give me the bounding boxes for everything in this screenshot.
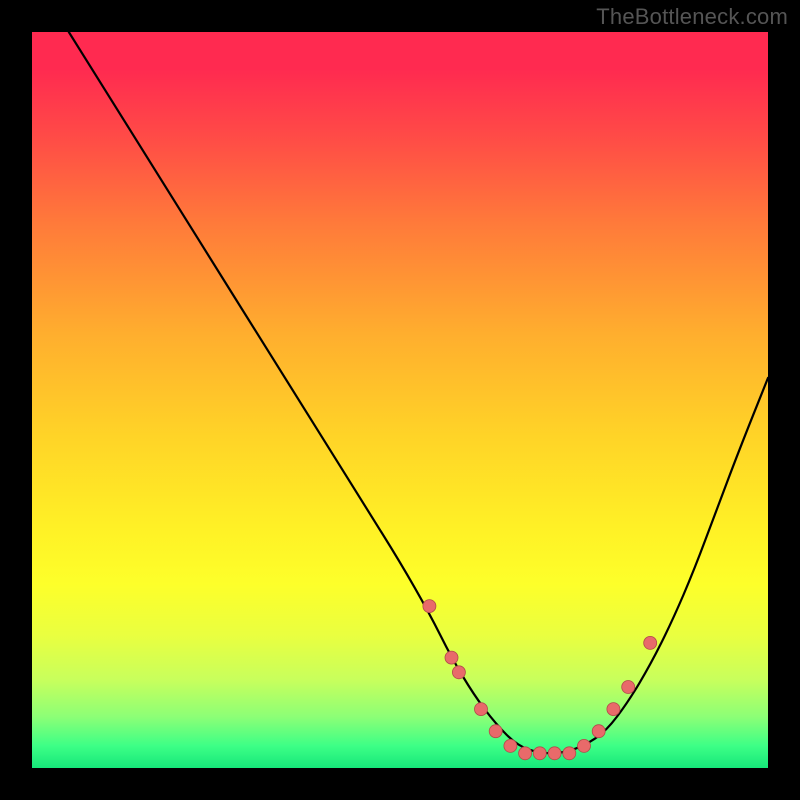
marker-dot	[563, 747, 576, 760]
marker-group	[423, 600, 657, 760]
marker-dot	[445, 651, 458, 664]
marker-dot	[622, 681, 635, 694]
marker-dot	[548, 747, 561, 760]
marker-dot	[578, 739, 591, 752]
marker-dot	[607, 703, 620, 716]
watermark-text: TheBottleneck.com	[596, 4, 788, 30]
marker-dot	[519, 747, 532, 760]
marker-dot	[475, 703, 488, 716]
marker-dot	[592, 725, 605, 738]
chart-frame: TheBottleneck.com	[0, 0, 800, 800]
marker-dot	[533, 747, 546, 760]
marker-dot	[489, 725, 502, 738]
curve-layer	[32, 32, 768, 768]
plot-area	[32, 32, 768, 768]
marker-dot	[644, 636, 657, 649]
marker-dot	[504, 739, 517, 752]
bottleneck-curve	[69, 32, 768, 753]
marker-dot	[452, 666, 465, 679]
marker-dot	[423, 600, 436, 613]
